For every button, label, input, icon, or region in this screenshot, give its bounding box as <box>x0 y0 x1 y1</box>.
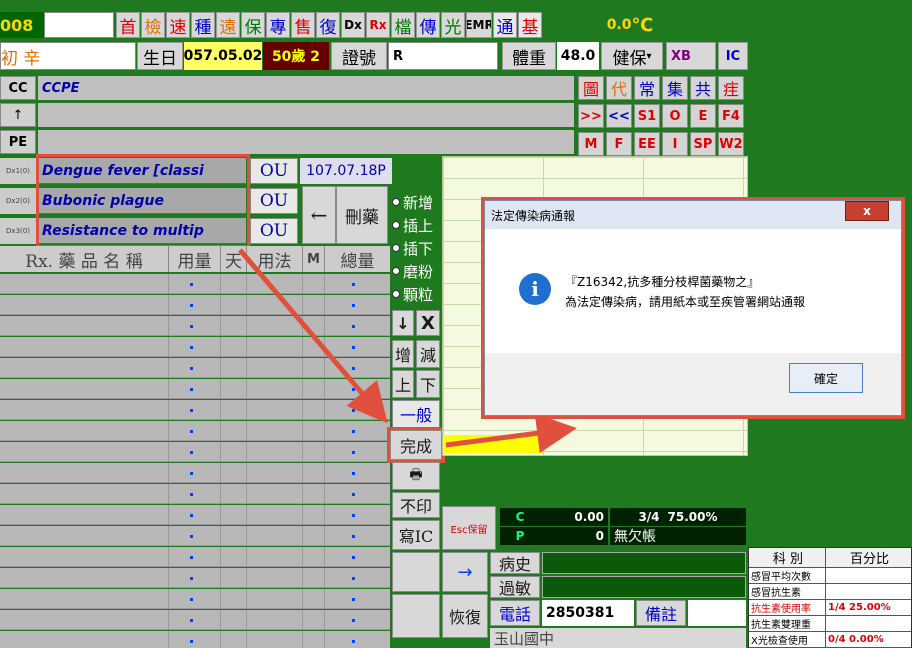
ok-button[interactable]: 確定 <box>789 363 863 393</box>
arrow-to-dialog <box>445 413 577 454</box>
dialog-line-1: 『Z16342,抗多種分枝桿菌藥物之』 <box>565 275 760 289</box>
notifiable-disease-dialog: 法定傳染病通報 x i 『Z16342,抗多種分枝桿菌藥物之』 為法定傳染病，請… <box>484 200 902 416</box>
info-icon: i <box>519 273 551 305</box>
dialog-titlebar: 法定傳染病通報 <box>485 201 901 229</box>
dialog-line-2: 為法定傳染病，請用紙本或至疾管署網站通報 <box>565 295 806 309</box>
arrow-to-done <box>238 248 388 424</box>
dialog-title: 法定傳染病通報 <box>491 208 576 223</box>
close-icon[interactable]: x <box>845 201 889 221</box>
